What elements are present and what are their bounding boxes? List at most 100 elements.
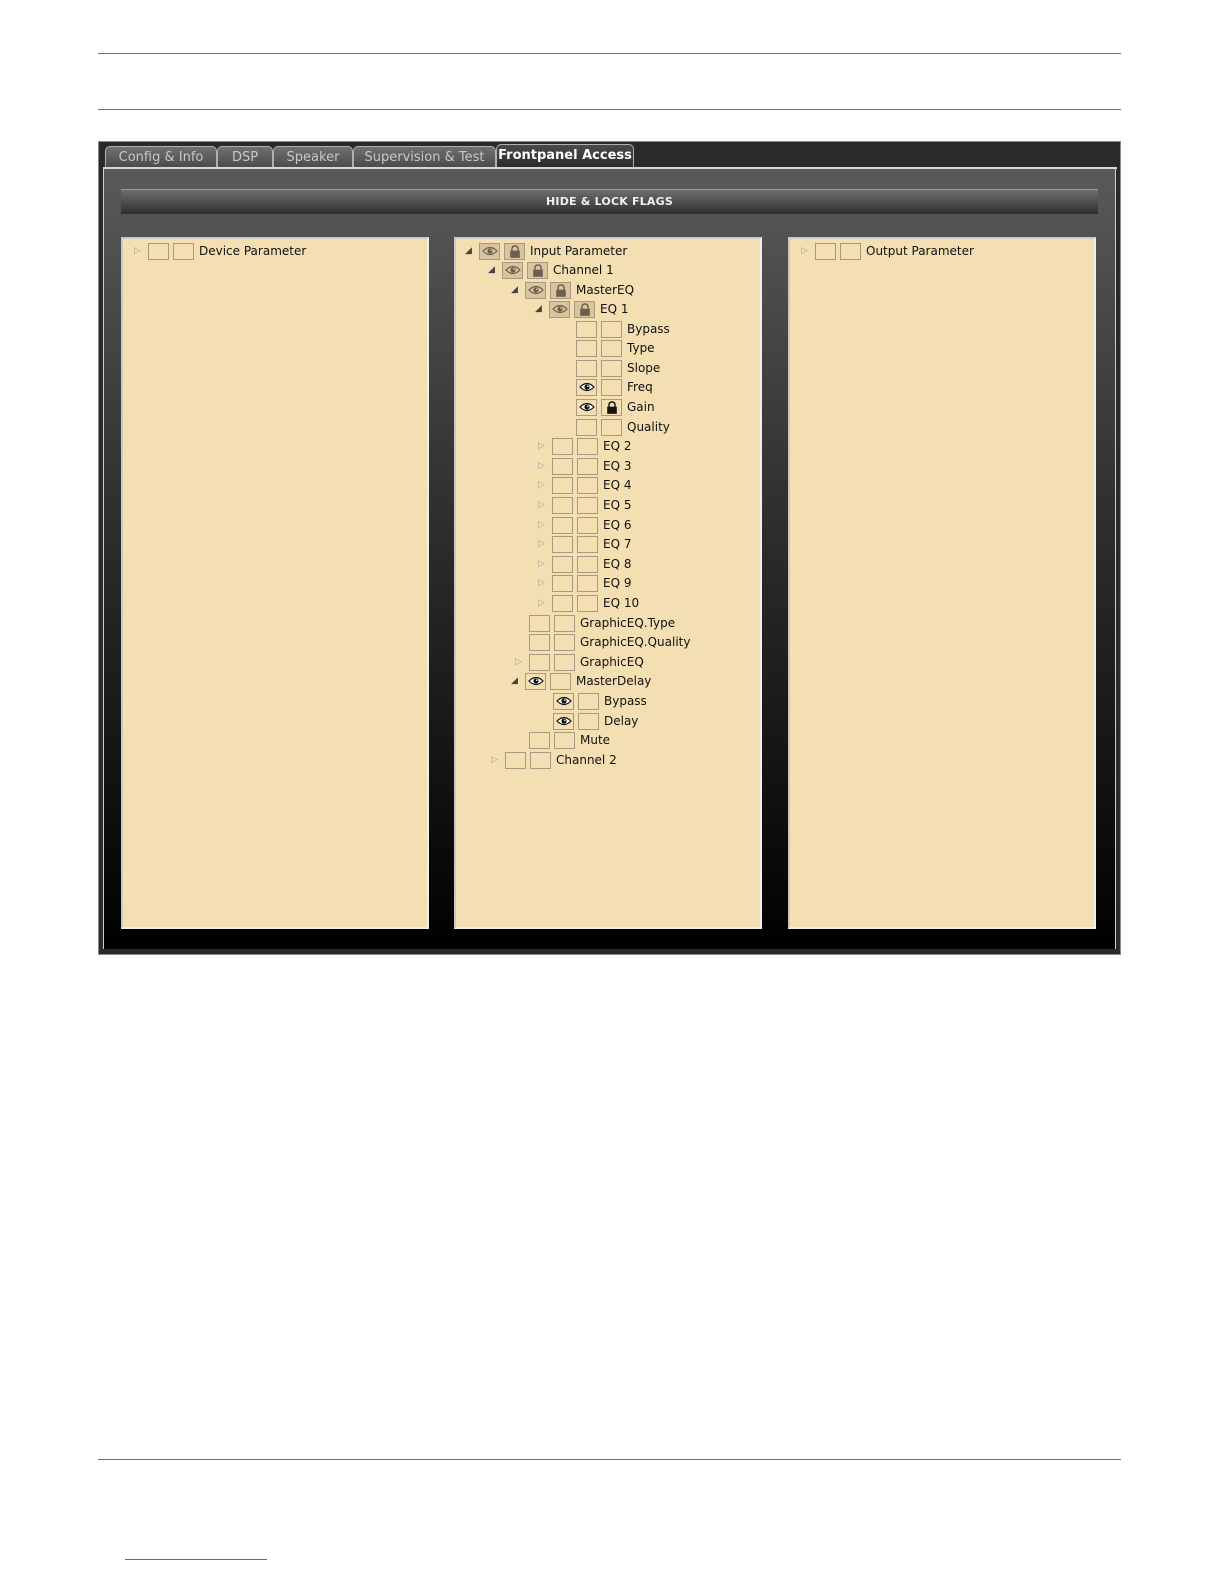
lock-flag-box[interactable]: [577, 476, 598, 494]
tree-node-eq-10[interactable]: ▷ EQ 10: [538, 594, 639, 612]
lock-flag-box[interactable]: [840, 242, 861, 260]
tree-node-graphic-eq-quality[interactable]: GraphicEQ.Quality: [529, 633, 690, 651]
triangle-right-icon[interactable]: ▷: [538, 594, 552, 612]
hide-flag-box[interactable]: [553, 712, 574, 730]
tree-node-delay-bypass[interactable]: Bypass: [553, 692, 647, 710]
lock-flag-box[interactable]: [577, 496, 598, 514]
triangle-right-icon[interactable]: ▷: [538, 535, 552, 553]
tree-node-eq-6[interactable]: ▷ EQ 6: [538, 516, 631, 534]
lock-flag-box[interactable]: [530, 751, 551, 769]
lock-flag-box[interactable]: [554, 653, 575, 671]
hide-flag-box[interactable]: [552, 594, 573, 612]
triangle-down-icon[interactable]: ◢: [488, 261, 502, 279]
triangle-right-icon[interactable]: ▷: [515, 653, 529, 671]
tab-dsp[interactable]: DSP: [217, 146, 273, 168]
hide-flag-box[interactable]: [552, 555, 573, 573]
hide-flag-box[interactable]: [553, 692, 574, 710]
hide-flag-box[interactable]: [529, 653, 550, 671]
tree-node-eq1-quality[interactable]: Quality: [576, 418, 670, 436]
tree-node-graphic-eq-type[interactable]: GraphicEQ.Type: [529, 614, 675, 632]
lock-flag-box[interactable]: [577, 457, 598, 475]
lock-flag-box[interactable]: [554, 633, 575, 651]
tree-node-eq1-slope[interactable]: Slope: [576, 359, 660, 377]
hide-flag-box[interactable]: [576, 398, 597, 416]
lock-flag-box[interactable]: [601, 320, 622, 338]
lock-flag-box[interactable]: [574, 300, 595, 318]
hide-flag-box[interactable]: [576, 339, 597, 357]
hide-flag-box[interactable]: [815, 242, 836, 260]
triangle-right-icon[interactable]: ▷: [134, 242, 148, 260]
triangle-right-icon[interactable]: ▷: [538, 457, 552, 475]
hide-flag-box[interactable]: [576, 418, 597, 436]
lock-flag-box[interactable]: [550, 672, 571, 690]
tree-node-eq-9[interactable]: ▷ EQ 9: [538, 574, 631, 592]
tree-node-master-delay[interactable]: ◢ MasterDelay: [511, 672, 651, 690]
lock-flag-box[interactable]: [527, 261, 548, 279]
tree-node-channel-2[interactable]: ▷ Channel 2: [491, 751, 617, 769]
hide-flag-box[interactable]: [529, 633, 550, 651]
triangle-right-icon[interactable]: ▷: [538, 496, 552, 514]
lock-flag-box[interactable]: [601, 398, 622, 416]
hide-flag-box[interactable]: [576, 359, 597, 377]
lock-flag-box[interactable]: [577, 437, 598, 455]
lock-flag-box[interactable]: [601, 339, 622, 357]
lock-flag-box[interactable]: [554, 731, 575, 749]
tree-node-eq-8[interactable]: ▷ EQ 8: [538, 555, 631, 573]
tree-node-graphic-eq[interactable]: ▷ GraphicEQ: [515, 653, 644, 671]
tree-node-eq-2[interactable]: ▷ EQ 2: [538, 437, 631, 455]
lock-flag-box[interactable]: [577, 516, 598, 534]
tree-node-mute[interactable]: Mute: [529, 731, 610, 749]
lock-flag-box[interactable]: [578, 692, 599, 710]
hide-flag-box[interactable]: [552, 437, 573, 455]
lock-flag-box[interactable]: [601, 418, 622, 436]
lock-flag-box[interactable]: [554, 614, 575, 632]
triangle-right-icon[interactable]: ▷: [538, 574, 552, 592]
hide-flag-box[interactable]: [552, 516, 573, 534]
lock-flag-box[interactable]: [577, 594, 598, 612]
tab-config-info[interactable]: Config & Info: [105, 146, 217, 168]
tree-node-eq-4[interactable]: ▷ EQ 4: [538, 476, 631, 494]
triangle-right-icon[interactable]: ▷: [538, 516, 552, 534]
hide-flag-box[interactable]: [148, 242, 169, 260]
tree-node-output-parameter[interactable]: ▷ Output Parameter: [801, 242, 974, 260]
triangle-down-icon[interactable]: ◢: [511, 672, 525, 690]
tree-node-eq-5[interactable]: ▷ EQ 5: [538, 496, 631, 514]
hide-flag-box[interactable]: [549, 300, 570, 318]
tab-supervision-test[interactable]: Supervision & Test: [353, 146, 496, 168]
lock-flag-box[interactable]: [601, 359, 622, 377]
tree-node-delay-delay[interactable]: Delay: [553, 712, 638, 730]
lock-flag-box[interactable]: [504, 242, 525, 260]
triangle-down-icon[interactable]: ◢: [465, 242, 479, 260]
tree-node-eq-7[interactable]: ▷ EQ 7: [538, 535, 631, 553]
hide-flag-box[interactable]: [552, 457, 573, 475]
tree-node-eq1-bypass[interactable]: Bypass: [576, 320, 670, 338]
hide-flag-box[interactable]: [552, 496, 573, 514]
tree-node-eq1-gain[interactable]: Gain: [576, 398, 655, 416]
hide-flag-box[interactable]: [529, 731, 550, 749]
triangle-right-icon[interactable]: ▷: [491, 751, 505, 769]
lock-flag-box[interactable]: [578, 712, 599, 730]
tree-node-eq-1[interactable]: ◢ EQ 1: [535, 300, 628, 318]
tree-node-channel-1[interactable]: ◢ Channel 1: [488, 261, 614, 279]
hide-flag-box[interactable]: [552, 574, 573, 592]
lock-flag-box[interactable]: [577, 535, 598, 553]
hide-flag-box[interactable]: [525, 281, 546, 299]
hide-flag-box[interactable]: [479, 242, 500, 260]
triangle-right-icon[interactable]: ▷: [538, 437, 552, 455]
tree-node-eq1-type[interactable]: Type: [576, 339, 655, 357]
tree-node-input-parameter[interactable]: ◢ Input Parameter: [465, 242, 627, 260]
hide-flag-box[interactable]: [576, 320, 597, 338]
hide-flag-box[interactable]: [529, 614, 550, 632]
hide-flag-box[interactable]: [525, 672, 546, 690]
lock-flag-box[interactable]: [577, 555, 598, 573]
lock-flag-box[interactable]: [173, 242, 194, 260]
hide-flag-box[interactable]: [576, 378, 597, 396]
lock-flag-box[interactable]: [577, 574, 598, 592]
tree-node-device-parameter[interactable]: ▷ Device Parameter: [134, 242, 306, 260]
tree-node-master-eq[interactable]: ◢ MasterEQ: [511, 281, 634, 299]
triangle-right-icon[interactable]: ▷: [538, 476, 552, 494]
triangle-right-icon[interactable]: ▷: [801, 242, 815, 260]
triangle-down-icon[interactable]: ◢: [511, 281, 525, 299]
triangle-down-icon[interactable]: ◢: [535, 300, 549, 318]
hide-flag-box[interactable]: [552, 535, 573, 553]
